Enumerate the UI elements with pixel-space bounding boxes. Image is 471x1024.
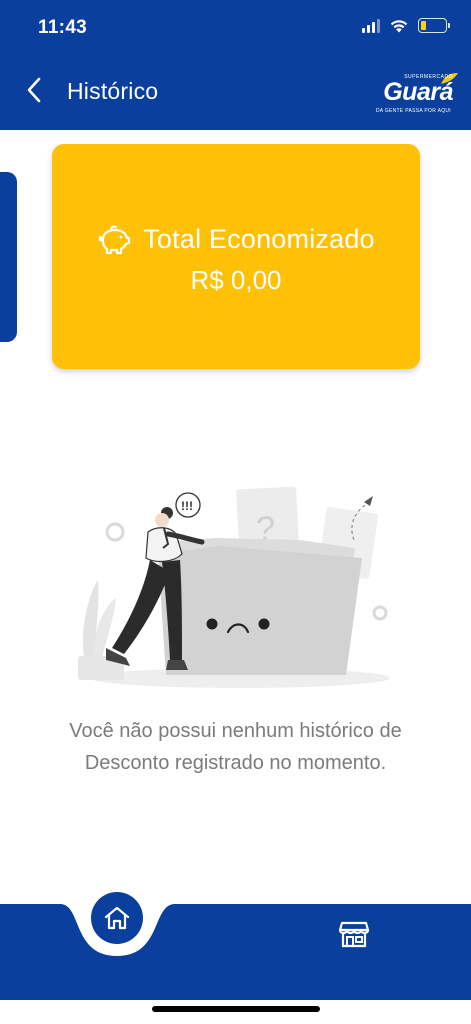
- chevron-left-icon: [27, 77, 41, 103]
- wifi-icon: [390, 20, 408, 33]
- empty-folder-illustration: ? !!!: [78, 486, 390, 688]
- store-button[interactable]: [334, 916, 374, 952]
- svg-text:!!!: !!!: [181, 499, 193, 513]
- status-time: 11:43: [38, 17, 88, 38]
- savings-title-row: Total Economizado: [52, 224, 420, 255]
- signal-icon: [362, 18, 380, 33]
- status-bar: 11:43: [0, 0, 471, 60]
- status-icons: [362, 18, 450, 33]
- store-icon: [338, 921, 370, 948]
- brand-name: Guará: [383, 78, 453, 106]
- empty-state-message: Você não possui nenhum histórico de Desc…: [69, 720, 402, 774]
- bottom-nav-background: [0, 904, 471, 1024]
- app-header: Histórico SUPERMERCADO Guará DA GENTE PA…: [0, 60, 471, 130]
- battery-icon: [418, 18, 450, 33]
- home-button[interactable]: [91, 892, 143, 944]
- back-button[interactable]: [18, 74, 50, 106]
- side-drawer-tab[interactable]: [0, 172, 17, 342]
- home-indicator: [152, 1006, 320, 1012]
- page-title: Histórico: [67, 78, 159, 104]
- savings-title: Total Economizado: [143, 224, 375, 254]
- bottom-nav: [0, 890, 471, 1024]
- savings-card: Total Economizado R$ 0,00: [52, 144, 420, 369]
- home-icon: [104, 906, 130, 930]
- piggy-bank-icon: [99, 225, 131, 254]
- brand-tagline: DA GENTE PASSA POR AQUI: [375, 108, 451, 114]
- savings-value: R$ 0,00: [190, 265, 282, 295]
- brand-logo: SUPERMERCADO Guará DA GENTE PASSA POR AQ…: [375, 70, 459, 120]
